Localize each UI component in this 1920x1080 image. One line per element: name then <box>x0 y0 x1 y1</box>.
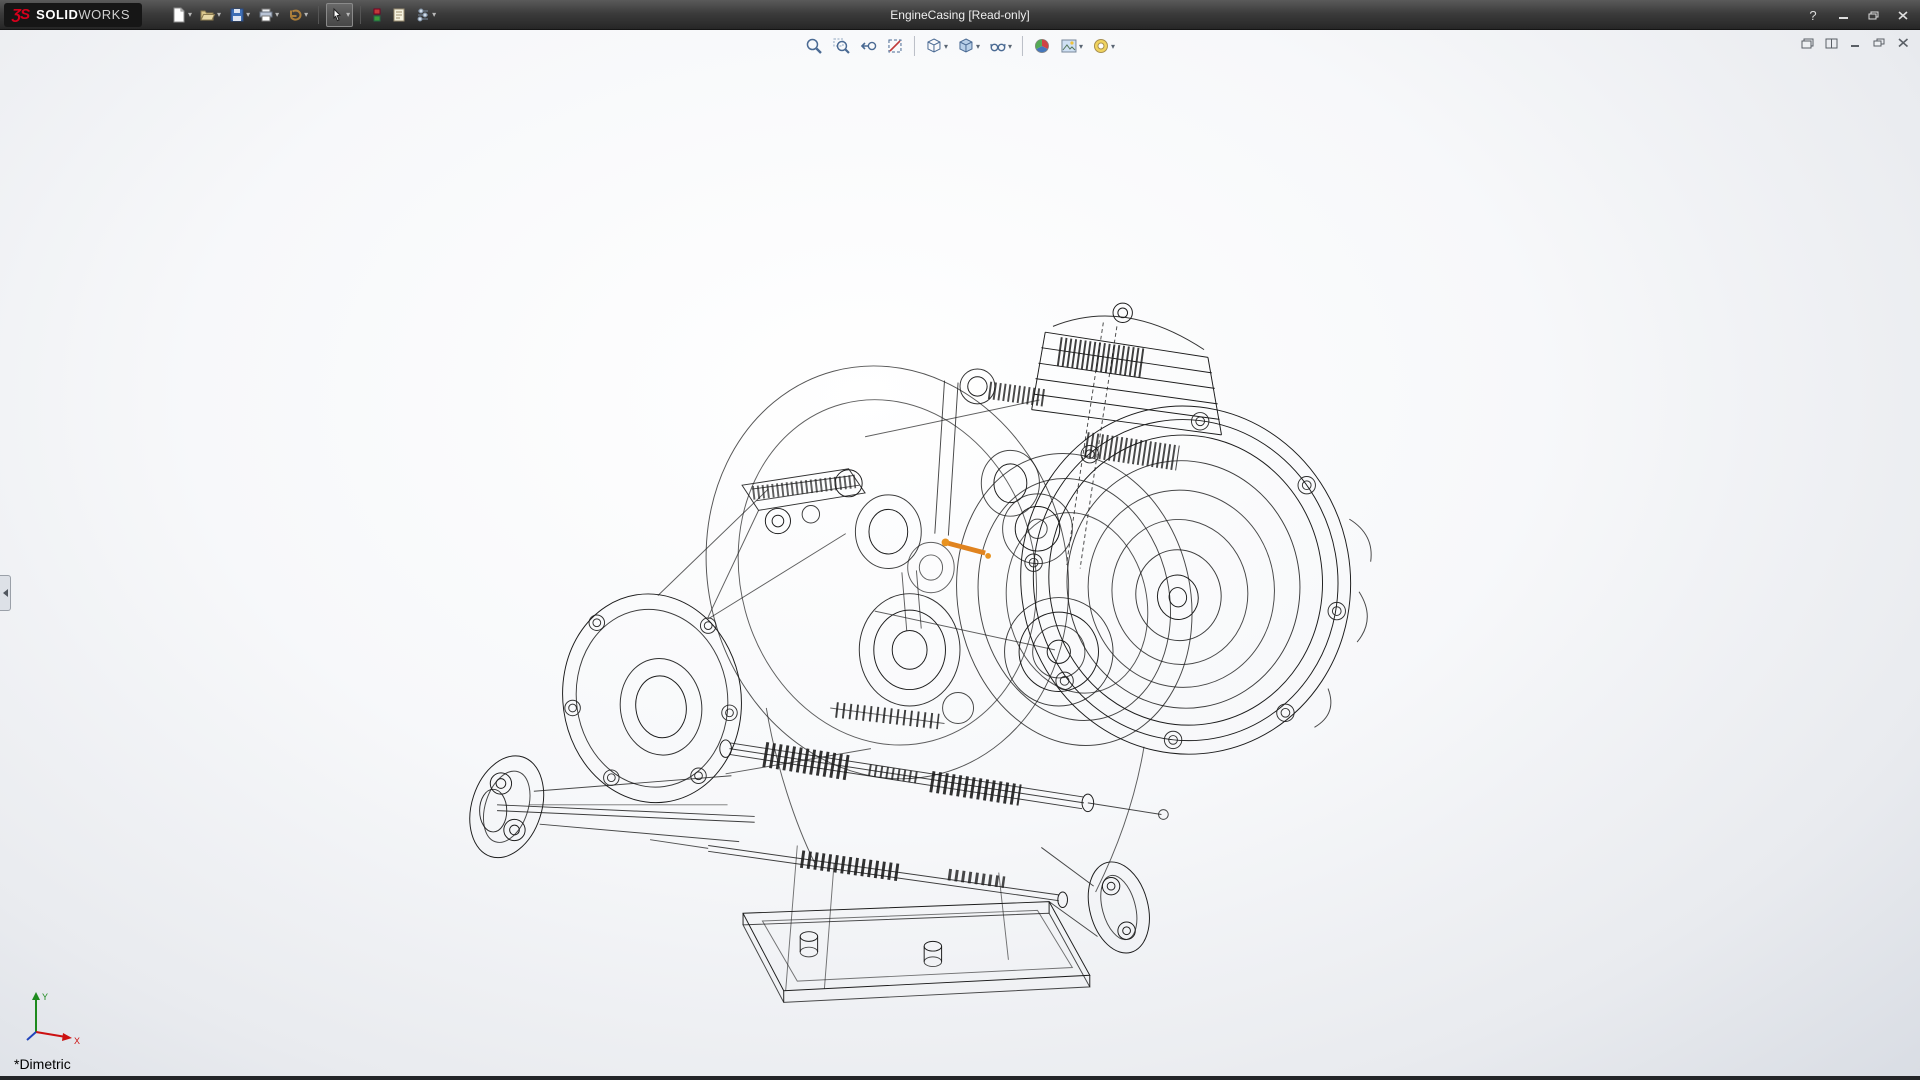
minimize-icon <box>1849 38 1861 48</box>
hide-show-items-button[interactable]: ▾ <box>986 34 1015 58</box>
section-view-icon <box>886 37 904 55</box>
view-settings-ball-icon <box>1092 37 1110 55</box>
display-style-cube-icon <box>957 37 975 55</box>
previous-view-button[interactable] <box>856 34 880 58</box>
restore-icon <box>1868 11 1879 20</box>
zoom-to-fit-icon <box>805 37 823 55</box>
close-icon <box>1898 38 1909 48</box>
chevron-down-icon[interactable]: ▾ <box>944 42 948 51</box>
x-axis-label: X <box>74 1036 80 1046</box>
zoom-to-area-button[interactable] <box>829 34 853 58</box>
solidworks-logo: ƷS SOLIDWORKS <box>4 3 142 27</box>
chevron-down-icon[interactable]: ▾ <box>275 10 279 19</box>
brand-solid: SOLID <box>36 7 78 22</box>
toolbar-separator <box>360 6 361 24</box>
x-axis-arrow-icon <box>62 1033 72 1041</box>
zoom-to-area-icon <box>832 37 850 55</box>
chevron-down-icon[interactable]: ▾ <box>246 10 250 19</box>
print-icon <box>258 7 274 23</box>
chevron-down-icon[interactable]: ▾ <box>976 42 980 51</box>
solidworks-window: ƷS SOLIDWORKS ▾ ▾ ▾ ▾ ▾ <box>0 0 1920 1080</box>
save-floppy-icon <box>229 7 245 23</box>
main-toolbar: ▾ ▾ ▾ ▾ ▾ ▾ <box>168 3 439 27</box>
doc-restore-button[interactable] <box>1870 35 1888 51</box>
edit-appearance-button[interactable] <box>1030 34 1054 58</box>
select-tool-button[interactable]: ▾ <box>326 3 353 27</box>
view-orientation-label: *Dimetric <box>14 1056 71 1072</box>
graphics-area[interactable]: ▾ ▾ ▾ ▾ ▾ <box>0 30 1920 1076</box>
chevron-left-icon <box>3 589 8 597</box>
chevron-down-icon[interactable]: ▾ <box>1079 42 1083 51</box>
solidworks-logo-icon: ƷS <box>12 6 29 23</box>
window-bottom-edge <box>0 1076 1920 1080</box>
undo-button[interactable]: ▾ <box>284 3 311 27</box>
window-title: EngineCasing [Read-only] <box>890 0 1029 30</box>
chevron-down-icon[interactable]: ▾ <box>217 10 221 19</box>
z-axis-icon <box>27 1032 36 1040</box>
view-settings-button[interactable]: ▾ <box>1089 34 1118 58</box>
zoom-to-fit-button[interactable] <box>802 34 826 58</box>
rebuild-icon <box>371 7 383 23</box>
solidworks-brand-text: SOLIDWORKS <box>36 7 130 22</box>
cascade-windows-icon <box>1801 38 1814 49</box>
section-view-button[interactable] <box>883 34 907 58</box>
reference-triad: Y X <box>22 986 86 1046</box>
toolbar-separator <box>914 36 915 56</box>
doc-minimize-button[interactable] <box>1846 35 1864 51</box>
y-axis-label: Y <box>42 992 48 1002</box>
minimize-button[interactable] <box>1830 5 1856 25</box>
titlebar: ƷS SOLIDWORKS ▾ ▾ ▾ ▾ ▾ <box>0 0 1920 30</box>
help-button[interactable]: ? <box>1800 5 1826 25</box>
tile-windows-icon <box>1825 38 1838 49</box>
brand-works: WORKS <box>78 7 130 22</box>
open-button[interactable]: ▾ <box>197 3 224 27</box>
doc-tile-button[interactable] <box>1822 35 1840 51</box>
file-properties-button[interactable] <box>388 3 410 27</box>
open-folder-icon <box>200 7 216 23</box>
doc-cascade-button[interactable] <box>1798 35 1816 51</box>
file-properties-icon <box>391 7 407 23</box>
apply-scene-button[interactable]: ▾ <box>1057 34 1086 58</box>
options-sliders-icon <box>415 7 431 23</box>
chevron-down-icon[interactable]: ▾ <box>1008 42 1012 51</box>
chevron-down-icon[interactable]: ▾ <box>346 10 350 19</box>
new-document-icon <box>171 7 187 23</box>
chevron-down-icon[interactable]: ▾ <box>1111 42 1115 51</box>
engine-wireframe-model <box>0 30 1920 1076</box>
doc-close-button[interactable] <box>1894 35 1912 51</box>
chevron-down-icon[interactable]: ▾ <box>432 10 436 19</box>
save-button[interactable]: ▾ <box>226 3 253 27</box>
maximize-button[interactable] <box>1860 5 1886 25</box>
options-button[interactable]: ▾ <box>412 3 439 27</box>
document-window-controls <box>1798 35 1912 51</box>
toolbar-separator <box>318 6 319 24</box>
view-orientation-button[interactable]: ▾ <box>922 34 951 58</box>
headsup-view-toolbar: ▾ ▾ ▾ ▾ ▾ <box>802 34 1118 58</box>
minimize-icon <box>1838 11 1849 20</box>
view-orientation-cube-icon <box>925 37 943 55</box>
close-icon <box>1898 11 1908 20</box>
display-style-button[interactable]: ▾ <box>954 34 983 58</box>
edit-appearance-ball-icon <box>1033 37 1051 55</box>
restore-icon <box>1873 38 1885 48</box>
toolbar-separator <box>1022 36 1023 56</box>
y-axis-arrow-icon <box>32 992 40 1000</box>
window-controls: ? <box>1800 0 1916 30</box>
print-button[interactable]: ▾ <box>255 3 282 27</box>
previous-view-icon <box>859 37 877 55</box>
new-document-button[interactable]: ▾ <box>168 3 195 27</box>
select-cursor-icon <box>329 7 345 23</box>
rebuild-button[interactable] <box>368 3 386 27</box>
undo-arrow-icon <box>287 7 303 23</box>
featuremanager-flyout-tab[interactable] <box>0 575 11 611</box>
apply-scene-icon <box>1060 37 1078 55</box>
close-button[interactable] <box>1890 5 1916 25</box>
hide-show-glasses-icon <box>989 37 1007 55</box>
chevron-down-icon[interactable]: ▾ <box>188 10 192 19</box>
chevron-down-icon[interactable]: ▾ <box>304 10 308 19</box>
